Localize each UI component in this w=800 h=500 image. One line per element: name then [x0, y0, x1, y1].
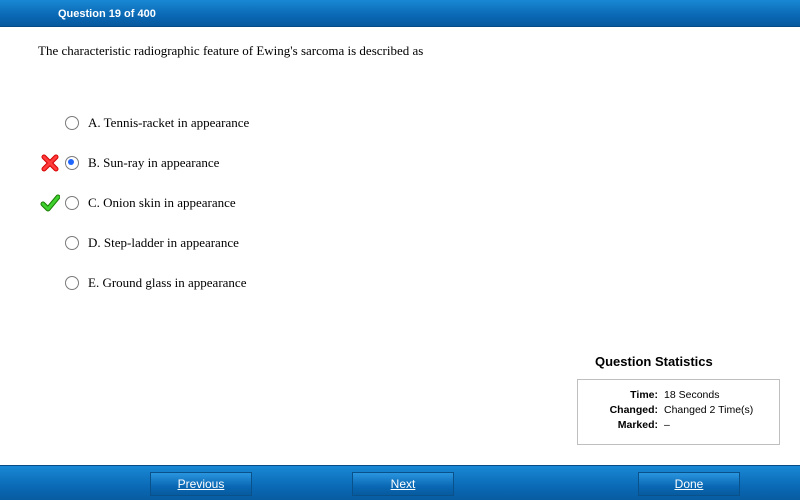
previous-button[interactable]: Previous: [150, 472, 252, 496]
option-label: A. Tennis-racket in appearance: [88, 115, 249, 131]
stat-label: Changed:: [586, 404, 658, 416]
option-row[interactable]: A. Tennis-racket in appearance: [38, 103, 249, 143]
stat-value: –: [664, 419, 771, 431]
statistics-title: Question Statistics: [591, 354, 780, 373]
header-bar: Question 19 of 400: [0, 0, 800, 27]
content-area: The characteristic radiographic feature …: [0, 27, 800, 465]
stat-value: Changed 2 Time(s): [664, 404, 771, 416]
option-row[interactable]: D. Step-ladder in appearance: [38, 223, 249, 263]
stat-time: Time: 18 Seconds: [586, 389, 771, 401]
option-label: C. Onion skin in appearance: [88, 195, 236, 211]
done-button[interactable]: Done: [638, 472, 740, 496]
stat-label: Time:: [586, 389, 658, 401]
option-label: D. Step-ladder in appearance: [88, 235, 239, 251]
option-radio[interactable]: [65, 196, 79, 210]
statistics-panel: Time: 18 Seconds Changed: Changed 2 Time…: [577, 379, 780, 445]
cross-icon: [38, 153, 62, 173]
option-row[interactable]: C. Onion skin in appearance: [38, 183, 249, 223]
footer-bar: Previous Next Done: [0, 465, 800, 500]
option-row[interactable]: E. Ground glass in appearance: [38, 263, 249, 303]
stat-marked: Marked: –: [586, 419, 771, 431]
stat-label: Marked:: [586, 419, 658, 431]
option-radio[interactable]: [65, 236, 79, 250]
stat-changed: Changed: Changed 2 Time(s): [586, 404, 771, 416]
option-label: E. Ground glass in appearance: [88, 275, 246, 291]
next-button[interactable]: Next: [352, 472, 454, 496]
question-counter: Question 19 of 400: [0, 8, 156, 20]
stat-value: 18 Seconds: [664, 389, 771, 401]
question-text: The characteristic radiographic feature …: [38, 43, 423, 59]
option-radio[interactable]: [65, 116, 79, 130]
option-radio[interactable]: [65, 276, 79, 290]
option-label: B. Sun-ray in appearance: [88, 155, 219, 171]
check-icon: [38, 193, 62, 213]
option-radio[interactable]: [65, 156, 79, 170]
option-row[interactable]: B. Sun-ray in appearance: [38, 143, 249, 183]
options-list: A. Tennis-racket in appearance B. Sun-ra…: [38, 103, 249, 303]
